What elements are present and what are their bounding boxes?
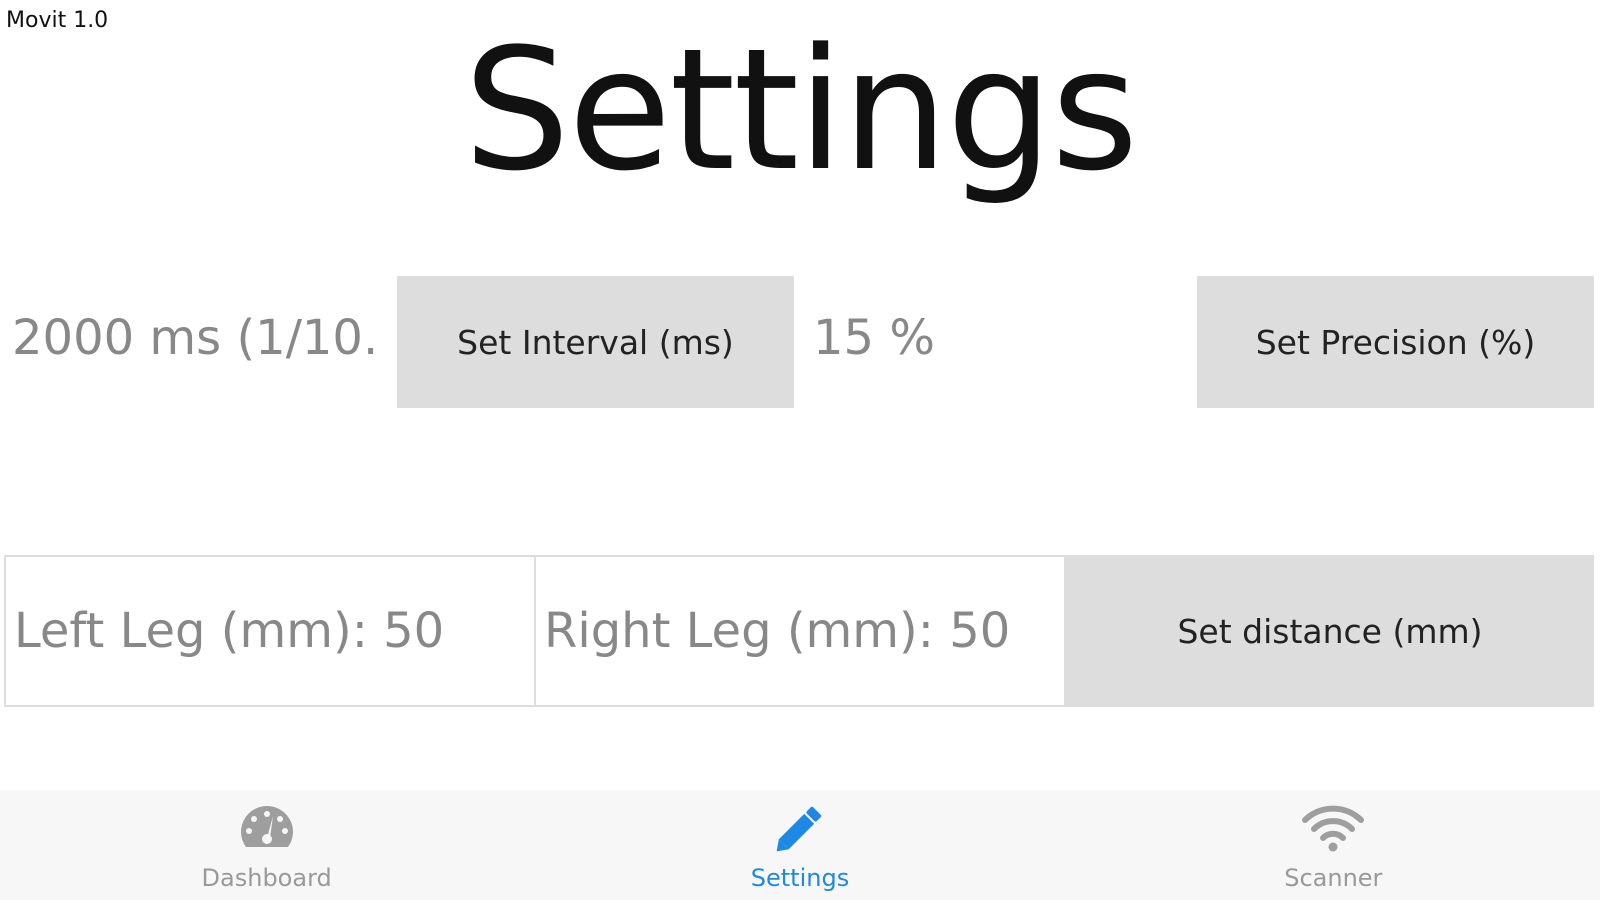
set-distance-button[interactable]: Set distance (mm) (1066, 555, 1594, 707)
bottom-navigation: Dashboard Settings Scanner (0, 790, 1600, 900)
nav-item-scanner[interactable]: Scanner (1067, 790, 1600, 900)
settings-screen: Movit 1.0 Settings 2000 ms (1/10... Set … (0, 0, 1600, 900)
nav-item-dashboard[interactable]: Dashboard (0, 790, 533, 900)
right-leg-field[interactable]: Right Leg (mm): 50 (536, 555, 1066, 707)
set-precision-button[interactable]: Set Precision (%) (1197, 276, 1594, 408)
interval-value-field[interactable]: 2000 ms (1/10... (12, 308, 382, 368)
speedometer-icon (240, 806, 293, 847)
left-leg-field[interactable]: Left Leg (mm): 50 (4, 555, 536, 707)
nav-label-settings: Settings (750, 864, 850, 892)
page-title: Settings (463, 12, 1138, 208)
nav-item-settings[interactable]: Settings (533, 790, 1066, 900)
pencil-icon (776, 806, 822, 852)
nav-label-dashboard: Dashboard (201, 864, 332, 892)
wifi-icon (1302, 805, 1365, 852)
precision-value-field[interactable]: 15 % (813, 308, 1133, 368)
set-interval-button[interactable]: Set Interval (ms) (397, 276, 794, 408)
nav-label-scanner: Scanner (1284, 864, 1383, 892)
